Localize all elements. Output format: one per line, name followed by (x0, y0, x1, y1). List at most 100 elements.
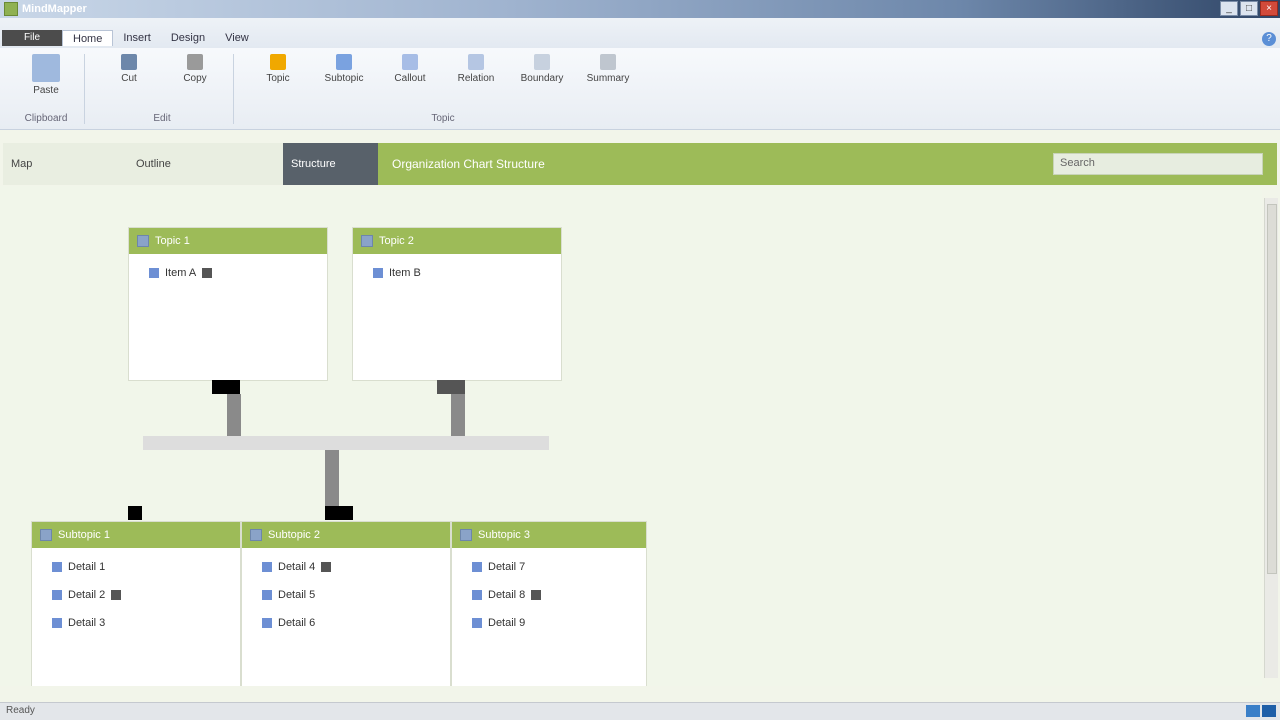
list-item[interactable]: Detail 1 (52, 558, 220, 576)
ribbon-group-label: Topic (431, 113, 455, 124)
ribbon: Paste Clipboard Cut Copy Edit Topic Subt… (0, 48, 1280, 130)
tab-view[interactable]: View (215, 30, 259, 46)
ribbon-group-label: Edit (153, 113, 171, 124)
node-title: Subtopic 3 (478, 529, 530, 541)
ribbon-group-topic: Topic Subtopic Callout Relation Boundary… (240, 54, 646, 124)
boundary-icon (534, 54, 550, 70)
connector-handle[interactable] (325, 506, 353, 520)
zoom-view-button[interactable] (1262, 705, 1276, 717)
structure-toolbar: Map Outline Structure Organization Chart… (3, 143, 1277, 185)
square-icon (531, 590, 542, 600)
normal-view-button[interactable] (1246, 705, 1260, 717)
copy-icon (187, 54, 203, 70)
cut-icon (121, 54, 137, 70)
paste-icon (32, 54, 60, 82)
list-item[interactable]: Detail 8 (472, 586, 626, 604)
relation-icon (468, 54, 484, 70)
summary-button[interactable]: Summary (580, 54, 636, 84)
list-item[interactable]: Item A (149, 264, 307, 282)
copy-button[interactable]: Copy (167, 54, 223, 84)
maximize-button[interactable]: □ (1240, 1, 1258, 16)
subtopic-button[interactable]: Subtopic (316, 54, 372, 84)
list-item[interactable]: Detail 9 (472, 614, 626, 632)
bullet-icon (472, 618, 482, 628)
ribbon-group-edit: Cut Copy Edit (91, 54, 234, 124)
tab-outline[interactable]: Outline (128, 143, 283, 185)
summary-icon (600, 54, 616, 70)
bullet-icon (262, 562, 272, 572)
subtopic-icon (336, 54, 352, 70)
bullet-icon (262, 618, 272, 628)
bullet-icon (472, 562, 482, 572)
ribbon-group-label: Clipboard (24, 113, 68, 124)
close-button[interactable]: × (1260, 1, 1278, 16)
connector-bar (143, 436, 549, 450)
topic-node[interactable]: Topic 2 Item B (352, 227, 562, 381)
subtopic-node[interactable]: Subtopic 3 Detail 7 Detail 8 Detail 9 (451, 521, 647, 686)
bullet-icon (149, 268, 159, 278)
bullet-icon (262, 590, 272, 600)
list-item[interactable]: Detail 2 (52, 586, 220, 604)
bullet-icon (472, 590, 482, 600)
list-item[interactable]: Detail 4 (262, 558, 430, 576)
scrollbar-thumb[interactable] (1267, 204, 1277, 574)
connector-handle[interactable] (437, 380, 465, 394)
connector-line (325, 450, 339, 512)
subtopic-node[interactable]: Subtopic 2 Detail 4 Detail 5 Detail 6 (241, 521, 451, 686)
list-item[interactable]: Item B (373, 264, 541, 282)
node-icon (250, 529, 262, 541)
node-icon (137, 235, 149, 247)
topic-node[interactable]: Topic 1 Item A (128, 227, 328, 381)
bullet-icon (52, 618, 62, 628)
window-controls: _ □ × (1220, 1, 1278, 16)
status-bar: Ready (0, 702, 1280, 720)
minimize-button[interactable]: _ (1220, 1, 1238, 16)
vertical-scrollbar[interactable] (1264, 198, 1278, 678)
node-icon (460, 529, 472, 541)
node-icon (40, 529, 52, 541)
node-header: Subtopic 3 (452, 522, 646, 548)
file-menu-button[interactable]: File (2, 30, 62, 46)
callout-button[interactable]: Callout (382, 54, 438, 84)
cut-button[interactable]: Cut (101, 54, 157, 84)
tab-insert[interactable]: Insert (113, 30, 161, 46)
help-icon[interactable]: ? (1262, 32, 1276, 46)
node-header: Topic 2 (353, 228, 561, 254)
node-title: Topic 2 (379, 235, 414, 247)
tab-map[interactable]: Map (3, 143, 128, 185)
subtopic-node[interactable]: Subtopic 1 Detail 1 Detail 2 Detail 3 (31, 521, 241, 686)
status-text: Ready (6, 705, 35, 716)
connector-handle[interactable] (128, 506, 142, 520)
node-header: Subtopic 2 (242, 522, 450, 548)
tab-structure[interactable]: Structure (283, 143, 378, 185)
view-buttons (1246, 705, 1276, 717)
structure-label: Organization Chart Structure (392, 157, 545, 171)
tab-design[interactable]: Design (161, 30, 215, 46)
node-title: Subtopic 2 (268, 529, 320, 541)
bullet-icon (373, 268, 383, 278)
square-icon (202, 268, 213, 278)
list-item[interactable]: Detail 3 (52, 614, 220, 632)
node-header: Topic 1 (129, 228, 327, 254)
list-item[interactable]: Detail 5 (262, 586, 430, 604)
structure-search-input[interactable]: Search (1053, 153, 1263, 175)
list-item[interactable]: Detail 6 (262, 614, 430, 632)
square-icon (321, 562, 332, 572)
paste-button[interactable]: Paste (18, 54, 74, 96)
topic-icon (270, 54, 286, 70)
bullet-icon (52, 590, 62, 600)
square-icon (111, 590, 122, 600)
tab-home[interactable]: Home (62, 30, 114, 46)
node-icon (361, 235, 373, 247)
callout-icon (402, 54, 418, 70)
list-item[interactable]: Detail 7 (472, 558, 626, 576)
topic-button[interactable]: Topic (250, 54, 306, 84)
boundary-button[interactable]: Boundary (514, 54, 570, 84)
connector-handle[interactable] (212, 380, 240, 394)
title-bar: MindMapper _ □ × (0, 0, 1280, 18)
node-title: Subtopic 1 (58, 529, 110, 541)
node-title: Topic 1 (155, 235, 190, 247)
relation-button[interactable]: Relation (448, 54, 504, 84)
app-logo-icon (4, 2, 18, 16)
map-canvas[interactable]: Topic 1 Item A Topic 2 Item B Subtopic 1… (0, 186, 1262, 686)
